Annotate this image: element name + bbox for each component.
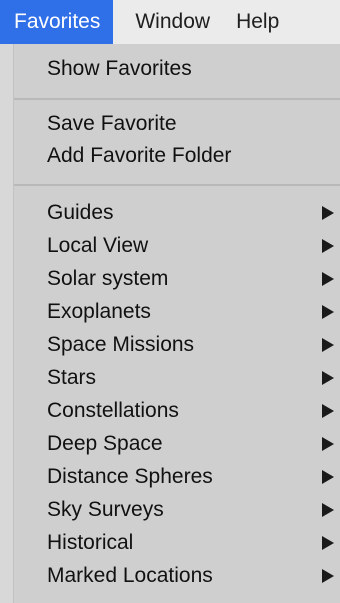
submenu-item-sky-surveys[interactable]: Sky Surveys [47, 494, 340, 526]
menu-item-label: Deep Space [47, 432, 163, 455]
submenu-arrow-icon [322, 470, 334, 484]
menu-item-label: Add Favorite Folder [47, 144, 232, 167]
submenu-arrow-icon [322, 371, 334, 385]
menu-separator [14, 98, 340, 100]
submenu-item-historical[interactable]: Historical [47, 527, 340, 559]
submenu-item-exoplanets[interactable]: Exoplanets [47, 296, 340, 328]
favorites-dropdown-menu: Show Favorites Save Favorite Add Favorit… [14, 44, 340, 603]
menu-bar: Favorites Window Help [0, 0, 340, 44]
menu-item-label: Marked Locations [47, 564, 213, 587]
menu-item-label: Exoplanets [47, 300, 151, 323]
submenu-arrow-icon [322, 338, 334, 352]
menu-item-label: Sky Surveys [47, 498, 164, 521]
menu-item-label: Distance Spheres [47, 465, 213, 488]
menu-item-label: Space Missions [47, 333, 195, 356]
submenu-item-local-view[interactable]: Local View [47, 230, 340, 262]
menu-item-show-favorites[interactable]: Show Favorites [47, 53, 340, 85]
menu-item-label: Save Favorite [47, 112, 177, 135]
submenu-item-solar-system[interactable]: Solar system [47, 263, 340, 295]
menu-item-label: Stars [47, 366, 97, 389]
submenu-arrow-icon [322, 503, 334, 517]
submenu-item-marked-locations[interactable]: Marked Locations [47, 560, 340, 592]
menu-item-save-favorite[interactable]: Save Favorite [47, 108, 340, 140]
menu-separator [14, 184, 340, 186]
submenu-arrow-icon [322, 305, 334, 319]
menu-item-label: Local View [47, 234, 149, 257]
menu-item-label: Historical [47, 531, 134, 554]
menu-item-label: Solar system [47, 267, 169, 290]
submenu-item-distance-spheres[interactable]: Distance Spheres [47, 461, 340, 493]
menu-item-label: Show Favorites [47, 57, 192, 80]
submenu-item-deep-space[interactable]: Deep Space [47, 428, 340, 460]
submenu-arrow-icon [322, 206, 334, 220]
submenu-arrow-icon [322, 404, 334, 418]
submenu-arrow-icon [322, 569, 334, 583]
menu-help[interactable]: Help [230, 0, 279, 44]
submenu-arrow-icon [322, 272, 334, 286]
menu-item-add-favorite-folder[interactable]: Add Favorite Folder [47, 140, 340, 172]
submenu-item-guides[interactable]: Guides [47, 197, 340, 229]
menu-item-label: Constellations [47, 399, 179, 422]
menu-favorites[interactable]: Favorites [0, 0, 114, 44]
submenu-item-constellations[interactable]: Constellations [47, 395, 340, 427]
menu-item-label: Guides [47, 201, 114, 224]
submenu-arrow-icon [322, 239, 334, 253]
submenu-item-stars[interactable]: Stars [47, 362, 340, 394]
submenu-item-space-missions[interactable]: Space Missions [47, 329, 340, 361]
menu-window[interactable]: Window [113, 0, 230, 44]
submenu-arrow-icon [322, 536, 334, 550]
submenu-arrow-icon [322, 437, 334, 451]
